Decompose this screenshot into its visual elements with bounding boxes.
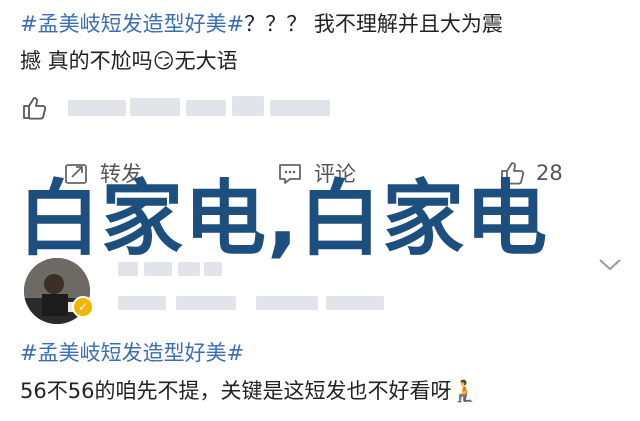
- blurred-text: [130, 98, 180, 116]
- kneeling-emoji-icon: 🧎: [451, 379, 478, 403]
- smirk-emoji-icon: 😏: [152, 49, 175, 73]
- blurred-meta: [176, 296, 236, 310]
- blurred-text: [232, 96, 264, 116]
- watermark-text: 白家电,白家电: [18, 172, 549, 267]
- blurred-text: [270, 100, 330, 116]
- blurred-username: [144, 262, 172, 276]
- thumbs-up-icon[interactable]: [20, 94, 48, 122]
- blurred-text: [186, 100, 226, 116]
- blurred-meta: [326, 296, 384, 310]
- chevron-down-icon[interactable]: [596, 254, 624, 274]
- blurred-username: [204, 262, 222, 276]
- blurred-meta: [118, 296, 166, 310]
- blurred-username: [178, 262, 200, 276]
- weibo-feed: #孟美岐短发造型好美#？？？ 我不理解并且大为震 撼 真的不尬吗😏无大语 转发 …: [0, 0, 640, 421]
- post-text-line2-end: 无大语: [174, 49, 238, 73]
- hashtag-link[interactable]: #孟美岐短发造型好美#: [20, 12, 244, 36]
- blurred-text: [68, 100, 126, 116]
- verified-badge-icon: ✓: [72, 296, 94, 318]
- hashtag-link[interactable]: #孟美岐短发造型好美#: [20, 341, 244, 365]
- comment-body: 56不56的咱先不提，关键是这短发也不好看呀: [20, 379, 452, 403]
- post-text-line2: 撼 真的不尬吗: [20, 49, 153, 73]
- post-text: #孟美岐短发造型好美#？？？ 我不理解并且大为震 撼 真的不尬吗😏无大语: [20, 6, 624, 80]
- liked-by-row: [20, 94, 620, 124]
- blurred-meta: [256, 296, 318, 310]
- comment-text: #孟美岐短发造型好美# 56不56的咱先不提，关键是这短发也不好看呀🧎: [20, 334, 624, 410]
- post-text-line1: ？？？ 我不理解并且大为震: [244, 12, 503, 36]
- blurred-username: [118, 262, 138, 276]
